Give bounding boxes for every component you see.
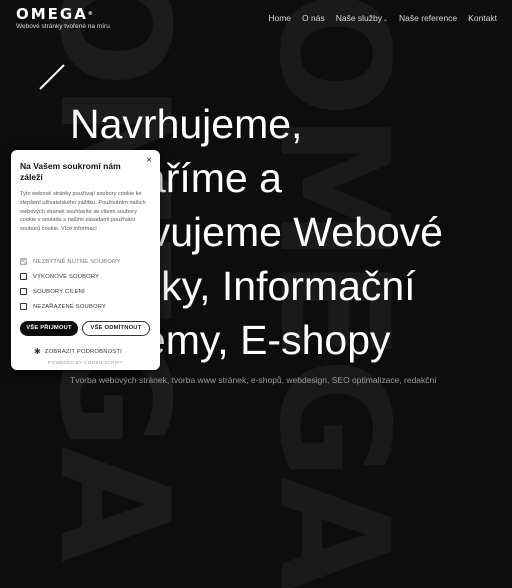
cookie-description: Tyto webové stránky používají soubory co… [20,191,146,233]
show-details-link[interactable]: ✱ ZOBRAZIT PODROBNOSTI [34,347,122,356]
nav-item-references[interactable]: Naše reference [399,13,457,23]
cookie-title: Na Vašem soukromí nám záleží [20,161,121,182]
cookie-consent-dialog: × Na Vašem soukromí nám záleží Tyto webo… [11,150,160,370]
checkbox-necessary [20,258,27,265]
hero-title-line: Navrhujeme, [70,101,303,147]
logo-wordmark: OMEGA® [16,5,95,23]
nav-item-about[interactable]: O nás [302,13,325,23]
cookie-option-necessary: NEZBYTNĚ NUTNÉ SOUBORY [20,258,120,265]
main-nav: Home O nás Naše služby⌄ Naše reference K… [257,13,497,23]
accept-all-button[interactable]: VŠE PŘIJMOUT [20,321,78,336]
cookie-option-performance[interactable]: VÝKONOVÉ SOUBORY [20,273,99,280]
logo[interactable]: OMEGA® Webové stránky tvořené na míru [16,6,110,30]
chevron-down-icon: ⌄ [383,17,389,23]
site-header: OMEGA® Webové stránky tvořené na míru Ho… [0,0,512,40]
cookie-option-unclassified[interactable]: NEZAŘAZENÉ SOUBORY [20,303,106,310]
logo-tagline: Webové stránky tvořené na míru [16,23,110,30]
nav-item-contact[interactable]: Kontakt [468,13,497,23]
cookie-option-targeting[interactable]: SOUBORY CÍLENÍ [20,288,85,295]
powered-by-label: POWERED BY COOKIESCRIPT [48,360,123,365]
checkbox-unclassified[interactable] [20,303,27,310]
decorative-slash [39,64,65,90]
nav-item-home[interactable]: Home [268,13,291,23]
checkbox-targeting[interactable] [20,288,27,295]
decline-all-button[interactable]: VŠE ODMÍTNOUT [82,321,150,336]
nav-item-services[interactable]: Naše služby⌄ [336,13,388,23]
checkbox-performance[interactable] [20,273,27,280]
close-icon[interactable]: × [146,155,152,166]
gear-icon: ✱ [34,347,41,356]
